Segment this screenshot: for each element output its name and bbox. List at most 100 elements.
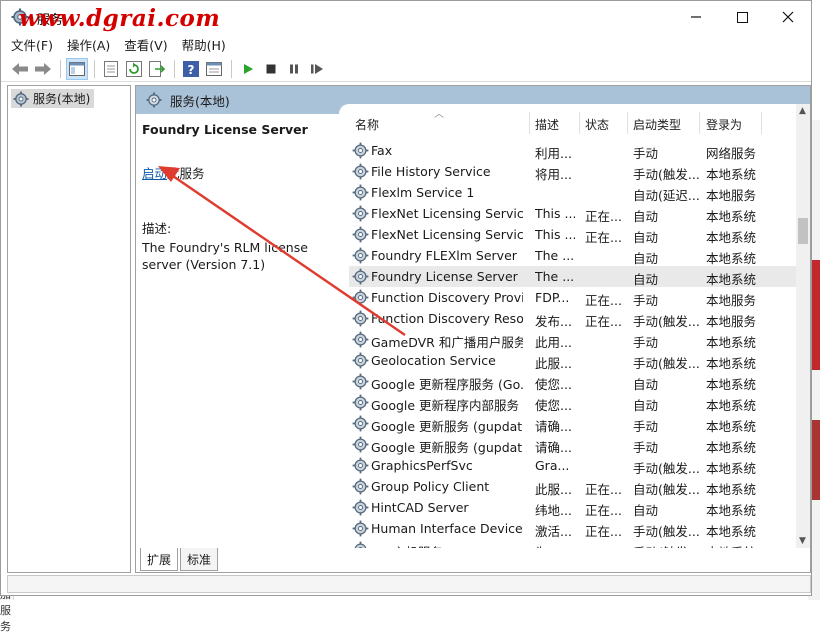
service-row[interactable]: File History Service 将用... 手动(触发... 本地系统 (349, 161, 796, 182)
forward-icon (35, 62, 51, 75)
service-gear-icon (352, 247, 369, 264)
service-gear-icon (352, 289, 369, 306)
service-gear-icon (352, 541, 369, 548)
service-row[interactable]: GameDVR 和广播用户服务... 此用... 手动 本地系统 (349, 329, 796, 350)
close-icon (782, 11, 794, 23)
maximize-button[interactable] (719, 1, 765, 33)
service-name: Google 更新程序服务 (Go... (371, 377, 523, 392)
stop-service-button[interactable] (260, 58, 282, 80)
title-bar[interactable]: 服务 www.dgrai.com (1, 1, 811, 33)
service-description: 请确... (535, 419, 572, 434)
tab-extended[interactable]: 扩展 (140, 548, 179, 571)
service-row[interactable]: Human Interface Device ... 激活... 正在... 手动(触… (349, 518, 796, 539)
scroll-thumb[interactable] (798, 218, 808, 244)
help-icon: ? (183, 60, 199, 77)
service-row[interactable]: HV 主机服务为 H...手动(触发...本地系统 (349, 539, 796, 548)
tree-item-services-local[interactable]: 服务(本地) (11, 89, 95, 108)
service-row[interactable]: Foundry License Server The ... 自动 本地系统 (349, 266, 796, 287)
column-header-name[interactable]: 名称 (355, 116, 379, 133)
service-row[interactable]: FlexNet Licensing Service This ... 正在... 自动… (349, 203, 796, 224)
service-description: The ... (535, 248, 575, 263)
service-description: 使您... (535, 398, 572, 413)
menu-file[interactable]: 文件(F) (11, 35, 53, 54)
column-header-status[interactable]: 状态 (585, 116, 609, 133)
service-row[interactable]: Google 更新程序内部服务 ... 使您... 自动 本地系统 (349, 392, 796, 413)
service-name: GraphicsPerfSvc (371, 458, 473, 473)
service-logon-as: 本地系统 (706, 503, 757, 518)
service-row[interactable]: Foundry FLEXlm Server The ... 自动 本地系统 (349, 245, 796, 266)
service-row[interactable]: Google 更新服务 (gupdate) 请确... 手动 本地系统 (349, 413, 796, 434)
minimize-icon (691, 16, 701, 18)
services-list: ︿ 名称 描述 状态 启动类型 登录为 Fax 利用... 手动 网络服务 File H… (339, 104, 810, 548)
column-header-logon-as[interactable]: 登录为 (706, 116, 742, 133)
show-hide-tree-button[interactable] (66, 57, 88, 80)
service-startup-type: 手动(触发... (633, 524, 700, 539)
service-row[interactable]: Google 更新程序服务 (Go... 使您... 自动 本地系统 (349, 371, 796, 392)
toolbar-separator (174, 59, 175, 78)
service-name: Human Interface Device ... (371, 521, 523, 536)
service-startup-type: 手动 (633, 146, 659, 161)
forward-button[interactable] (32, 58, 54, 80)
toolbar-separator (60, 59, 61, 78)
service-row[interactable]: Function Discovery Provi... FDP... 正在... 手动… (349, 287, 796, 308)
service-description: 此用... (535, 335, 572, 350)
service-description: This ... (535, 206, 575, 221)
restart-service-button[interactable] (306, 58, 328, 80)
service-row[interactable]: Geolocation Service 此服... 手动(触发... 本地系统 (349, 350, 796, 371)
description-text: The Foundry's RLM license server (Versio… (142, 240, 308, 272)
service-row[interactable]: Group Policy Client 此服... 正在... 自动(触发... 本地系… (349, 476, 796, 497)
service-status: 正在... (585, 314, 622, 329)
service-startup-type: 手动(触发... (633, 356, 700, 371)
service-name: Fax (371, 143, 393, 158)
properties-button[interactable] (100, 58, 122, 80)
list-header: ︿ 名称 描述 状态 启动类型 登录为 (339, 104, 796, 134)
service-logon-as: 本地系统 (706, 356, 757, 371)
menu-help[interactable]: 帮助(H) (182, 35, 226, 54)
console-tree: 服务(本地) (7, 85, 131, 573)
service-logon-as: 本地系统 (706, 272, 757, 287)
start-service-button[interactable] (237, 58, 259, 80)
scroll-down-icon[interactable]: ▼ (799, 536, 806, 546)
maximize-icon (736, 11, 748, 23)
vertical-scrollbar[interactable]: ▲ ▼ (796, 104, 810, 548)
service-description: 将用... (535, 167, 572, 182)
column-header-description[interactable]: 描述 (535, 116, 559, 133)
service-startup-type: 自动(触发... (633, 482, 700, 497)
service-row[interactable]: Flexlm Service 1 自动(延迟... 本地服务 (349, 182, 796, 203)
refresh-icon (126, 60, 142, 77)
pause-service-button[interactable] (283, 58, 305, 80)
service-name: Foundry FLEXlm Server (371, 248, 517, 263)
column-header-startup-type[interactable]: 启动类型 (633, 116, 681, 133)
service-gear-icon (352, 520, 369, 537)
column-divider (529, 112, 530, 134)
service-row[interactable]: HintCAD Server 纬地... 正在... 自动 本地系统 (349, 497, 796, 518)
service-row[interactable]: FlexNet Licensing Service... This ... 正在..… (349, 224, 796, 245)
service-row[interactable]: Function Discovery Reso... 发布... 正在... 手动(触… (349, 308, 796, 329)
pane-header-title: 服务(本地) (170, 93, 230, 109)
service-description: 使您... (535, 377, 572, 392)
service-row[interactable]: Google 更新服务 (gupdat... 请确... 手动 本地系统 (349, 434, 796, 455)
service-startup-type: 自动 (633, 230, 659, 245)
back-button[interactable] (9, 58, 31, 80)
service-row[interactable]: Fax 利用... 手动 网络服务 (349, 140, 796, 161)
show-hide-tree-icon (69, 61, 85, 76)
minimize-button[interactable] (673, 1, 719, 33)
menu-view[interactable]: 查看(V) (124, 35, 167, 54)
pause-icon (290, 64, 298, 73)
close-button[interactable] (765, 1, 811, 33)
menu-action[interactable]: 操作(A) (67, 35, 110, 54)
help-button[interactable]: ? (180, 58, 202, 80)
start-service-link[interactable]: 启动 (142, 166, 167, 181)
tab-standard[interactable]: 标准 (180, 548, 219, 571)
export-list-button[interactable] (146, 58, 168, 80)
service-row[interactable]: GraphicsPerfSvc Gra... 手动(触发... 本地系统 (349, 455, 796, 476)
start-icon (244, 63, 253, 74)
refresh-button[interactable] (123, 58, 145, 80)
scroll-up-icon[interactable]: ▲ (799, 106, 806, 116)
service-gear-icon (352, 415, 369, 432)
service-name: HintCAD Server (371, 500, 469, 515)
console-view-button[interactable] (203, 58, 225, 80)
service-name: Group Policy Client (371, 479, 490, 494)
column-divider (699, 112, 700, 134)
service-logon-as: 本地系统 (706, 209, 757, 224)
